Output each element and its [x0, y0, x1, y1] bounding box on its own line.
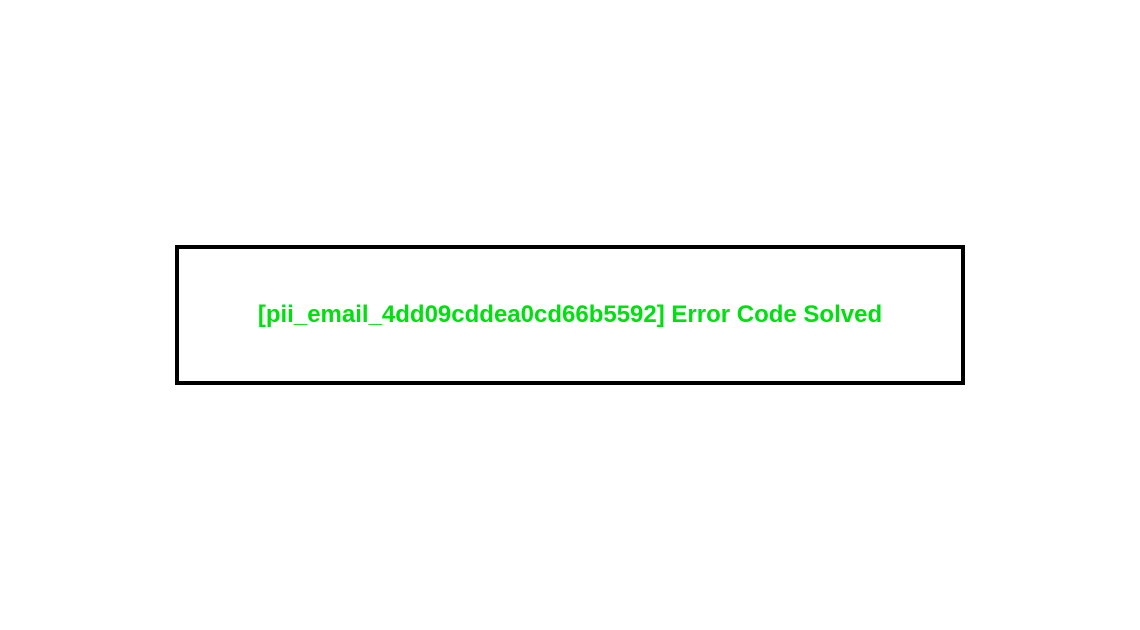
- banner-title: [pii_email_4dd09cddea0cd66b5592] Error C…: [258, 301, 882, 329]
- banner-box: [pii_email_4dd09cddea0cd66b5592] Error C…: [175, 245, 965, 385]
